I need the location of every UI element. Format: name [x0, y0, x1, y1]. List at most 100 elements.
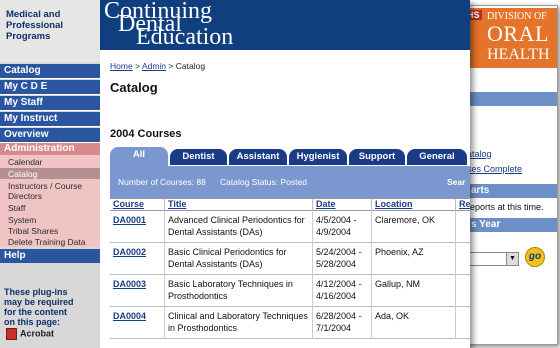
brand-block: Medical and Professional Programs [0, 0, 100, 62]
cell-divider [455, 211, 456, 243]
tab-hygienist[interactable]: Hygienist [289, 149, 347, 165]
breadcrumb-home[interactable]: Home [110, 61, 133, 71]
breadcrumb-admin[interactable]: Admin [142, 61, 166, 71]
title-line: Prosthodontics [168, 291, 228, 301]
cde-logo-header: Continuing Dental Education [100, 0, 470, 50]
status-bar: Number of Courses: 88 Catalog Status: Po… [110, 166, 470, 198]
course-date: 4/5/2004 - 4/9/2004 [313, 214, 360, 238]
course-location: Phoenix, AZ [375, 247, 424, 257]
date-line: 6/28/2004 - [316, 311, 362, 321]
col-location[interactable]: Location [371, 199, 416, 211]
admin-item-calendar[interactable]: Calendar [8, 157, 43, 167]
tab-general[interactable]: General [407, 149, 467, 165]
logo-health-text: HEALTH [487, 46, 550, 63]
nav-help[interactable]: Help [0, 249, 100, 263]
course-count: Number of Courses: 88 [118, 177, 206, 187]
course-title: Basic Clinical Periodontics for Dental As… [165, 246, 290, 270]
tab-dentist[interactable]: Dentist [170, 149, 227, 165]
course-title: Basic Laboratory Techniques in Prosthodon… [165, 278, 296, 302]
admin-item-delete-training-data[interactable]: Delete Training Data [8, 237, 86, 247]
title-line: Advanced Clinical Periodontics for [168, 215, 305, 225]
plugins-line: These plug-ins [4, 287, 68, 297]
table-row: DA0001 Advanced Clinical Periodontics fo… [110, 211, 470, 243]
tab-all[interactable]: All [110, 147, 168, 166]
course-date: 4/12/2004 - 4/16/2004 [313, 278, 365, 302]
col-title[interactable]: Title [164, 199, 189, 211]
bg-charts-header: arts [459, 184, 557, 198]
admin-item-system[interactable]: System [8, 215, 36, 225]
admin-menu: Administration Calendar Catalog Instruct… [0, 143, 100, 247]
date-line: 4/5/2004 - [316, 215, 357, 225]
course-location: Ada, OK [375, 311, 410, 321]
table-row: DA0003 Basic Laboratory Techniques in Pro… [110, 275, 470, 307]
logo-oral-text: ORAL [487, 21, 549, 46]
course-location: Claremore, OK [375, 215, 436, 225]
title-line: in Prosthodontics [168, 323, 238, 333]
date-line: 7/1/2004 [316, 323, 352, 333]
title-line: Basic Clinical Periodontics for [168, 247, 287, 257]
date-line: 5/24/2004 - [316, 247, 362, 257]
cell-divider [455, 307, 456, 339]
admin-item-staff[interactable]: Staff [8, 203, 25, 213]
plugins-line: on this page: [4, 317, 60, 327]
brand-line: Medical and [6, 9, 61, 20]
col-region[interactable]: Re [455, 199, 470, 211]
plugins-line: for the content [4, 307, 67, 317]
cell-divider [455, 275, 456, 307]
bg-section-header [459, 92, 557, 106]
main-window: Medical and Professional Programs Catalo… [0, 0, 470, 348]
nav-administration[interactable]: Administration [0, 143, 100, 155]
nav-my-cde[interactable]: My C D E [0, 80, 100, 95]
course-code-link[interactable]: DA0004 [110, 310, 149, 322]
bg-courses-complete-link[interactable]: ses Complete [467, 164, 522, 174]
nav-catalog[interactable]: Catalog [0, 64, 100, 79]
search-link[interactable]: Sear [447, 177, 465, 187]
nav-my-staff[interactable]: My Staff [0, 96, 100, 111]
date-line: 5/28/2004 [316, 259, 357, 269]
acrobat-label: Acrobat [20, 328, 55, 339]
acrobat-link[interactable]: Acrobat [6, 328, 54, 340]
acrobat-icon [6, 328, 17, 340]
go-button[interactable]: go [525, 247, 545, 267]
bg-reports-text: reports at this time. [467, 202, 544, 212]
brand-line: Programs [6, 31, 51, 42]
date-line: 4/16/2004 [316, 291, 357, 301]
date-line: 4/9/2004 [316, 227, 352, 237]
sidebar: Medical and Professional Programs Catalo… [0, 0, 100, 348]
table-header: Course Title Date Location Re [110, 198, 470, 211]
breadcrumb: Home > Admin > Catalog [110, 61, 205, 71]
year-select[interactable]: ▼ [467, 252, 519, 266]
cell-divider [455, 243, 456, 275]
breadcrumb-current: Catalog [175, 61, 206, 71]
col-course[interactable]: Course [110, 199, 147, 211]
page-title: Catalog [110, 80, 158, 95]
nav-overview[interactable]: Overview [0, 128, 100, 143]
admin-item-directors[interactable]: Directors [8, 191, 42, 201]
title-line: Clinical and Laboratory Techniques [168, 311, 308, 321]
tab-support[interactable]: Support [349, 149, 405, 165]
title-line: Basic Laboratory Techniques in [168, 279, 293, 289]
title-line: Dental Assistants (DAs) [168, 227, 263, 237]
course-title: Advanced Clinical Periodontics for Dental… [165, 214, 308, 238]
col-date[interactable]: Date [312, 199, 339, 211]
oral-health-logo: HS DIVISION OF ORAL HEALTH [463, 8, 557, 68]
date-line: 4/12/2004 - [316, 279, 362, 289]
course-code-link[interactable]: DA0003 [110, 278, 149, 290]
year-title: 2004 Courses [110, 128, 182, 140]
chevron-down-icon: ▼ [506, 253, 518, 265]
bg-catalog-link[interactable]: atalog [467, 149, 492, 159]
logo-line-education: Education [136, 24, 234, 50]
nav-my-instruct[interactable]: My Instruct [0, 112, 100, 127]
brand-line: Professional [6, 20, 64, 31]
title-line: Dental Assistants (DAs) [168, 259, 263, 269]
tab-assistant[interactable]: Assistant [229, 149, 287, 165]
course-location: Gallup, NM [375, 279, 421, 289]
admin-item-catalog[interactable]: Catalog [8, 169, 37, 179]
catalog-status: Catalog Status: Posted [220, 177, 307, 187]
admin-item-instructors[interactable]: Instructors / Course [8, 181, 82, 191]
course-code-link[interactable]: DA0001 [110, 214, 149, 226]
course-code-link[interactable]: DA0002 [110, 246, 149, 258]
table-row: DA0004 Clinical and Laboratory Technique… [110, 307, 470, 339]
course-date: 5/24/2004 - 5/28/2004 [313, 246, 365, 270]
admin-item-tribal-shares[interactable]: Tribal Shares [8, 226, 58, 236]
